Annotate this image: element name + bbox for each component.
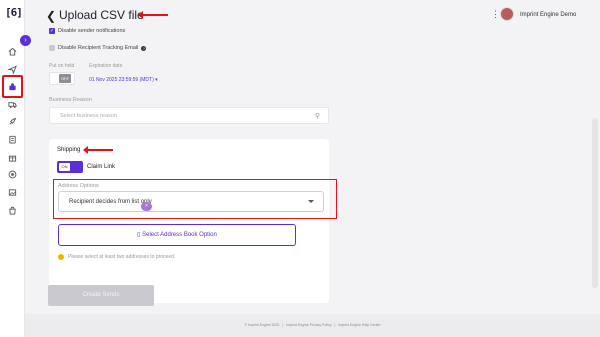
shipping-card: Shipping ON Claim Link Address Options R… bbox=[49, 139, 337, 303]
image-icon[interactable] bbox=[7, 187, 18, 198]
user-name[interactable]: Imprint Engine Demo bbox=[520, 12, 576, 18]
main-content: ✓ Disable sender notifications Disable R… bbox=[25, 28, 590, 314]
annotation-arrow-title bbox=[138, 11, 168, 19]
address-option-selected: Recipient decides from list only bbox=[69, 199, 152, 205]
footer-copyright: © Imprint Engine 2025 bbox=[244, 323, 280, 327]
expiration-label: Expiration date bbox=[89, 63, 123, 69]
chevron-down-icon bbox=[308, 200, 314, 203]
send-icon[interactable] bbox=[7, 64, 18, 75]
page-title: Upload CSV file bbox=[59, 8, 144, 22]
address-book-icon: ▯ bbox=[137, 232, 141, 238]
checkbox-checked[interactable]: ✓ bbox=[49, 28, 55, 34]
select-address-book-button[interactable]: ▯ Select Address Book Option bbox=[58, 224, 296, 246]
footer: © Imprint Engine 2025 | Imprint Engine P… bbox=[25, 314, 600, 337]
sender-notifications-label: Disable sender notifications bbox=[58, 28, 126, 34]
put-on-hold-label: Put on hold bbox=[49, 63, 75, 69]
address-options-label: Address Options bbox=[58, 183, 99, 189]
checkbox-unchecked[interactable] bbox=[49, 45, 55, 51]
claim-link-toggle-state: ON bbox=[59, 163, 70, 171]
footer-separator: | bbox=[334, 323, 336, 327]
gift-stack-icon[interactable] bbox=[7, 81, 18, 92]
more-options-icon[interactable]: ⋮ bbox=[491, 9, 500, 20]
tracking-email-row[interactable]: Disable Recipient Tracking Email ? bbox=[49, 45, 147, 51]
sidebar: [6] bbox=[0, 0, 25, 337]
app-logo[interactable]: [6] bbox=[5, 6, 23, 19]
address-warning-text: Please select at least two addresses to … bbox=[68, 254, 176, 260]
home-icon[interactable] bbox=[7, 46, 18, 57]
hold-toggle[interactable]: OFF bbox=[59, 74, 71, 83]
footer-separator: | bbox=[282, 323, 284, 327]
sidebar-expand-button[interactable]: › bbox=[20, 35, 31, 46]
business-reason-select[interactable]: Select business reason ⚲ bbox=[49, 107, 329, 124]
address-book-button-label: Select Address Book Option bbox=[142, 232, 217, 238]
truck-icon[interactable] bbox=[7, 99, 18, 110]
mouse-cursor-icon: × bbox=[141, 202, 152, 211]
rocket-icon[interactable] bbox=[7, 116, 18, 127]
claim-link-label: Claim Link bbox=[87, 164, 116, 170]
back-chevron-icon[interactable]: ❮ bbox=[46, 9, 56, 23]
bag-icon[interactable] bbox=[7, 205, 18, 216]
help-icon[interactable]: ? bbox=[141, 45, 147, 51]
tracking-email-label: Disable Recipient Tracking Email bbox=[58, 45, 139, 51]
address-options-highlight: Address Options Recipient decides from l… bbox=[53, 179, 337, 219]
scrollbar[interactable] bbox=[592, 118, 598, 288]
avatar[interactable] bbox=[500, 7, 514, 21]
shipping-title: Shipping bbox=[57, 147, 81, 153]
gift-icon[interactable] bbox=[7, 152, 18, 163]
target-icon[interactable] bbox=[7, 169, 18, 180]
create-sends-button[interactable]: Create Sends bbox=[48, 285, 154, 306]
business-reason-label: Business Reason bbox=[49, 97, 92, 103]
sender-notifications-row[interactable]: ✓ Disable sender notifications bbox=[49, 28, 125, 34]
clipboard-icon[interactable] bbox=[7, 134, 18, 145]
annotation-arrow-shipping bbox=[83, 146, 113, 154]
expiration-date-picker[interactable]: 01 Nov 2025 23:59:59 (MDT) ▾ bbox=[89, 77, 158, 83]
page-header: ❮ Upload CSV file ⋮ Imprint Engine Demo bbox=[25, 0, 600, 31]
claim-link-toggle[interactable]: ON bbox=[57, 161, 83, 173]
search-icon: ⚲ bbox=[314, 113, 320, 120]
warning-icon bbox=[58, 254, 64, 260]
address-warning: Please select at least two addresses to … bbox=[58, 254, 175, 260]
address-options-select[interactable]: Recipient decides from list only bbox=[58, 191, 324, 212]
footer-help-link[interactable]: Imprint Engine Help Center bbox=[338, 323, 380, 327]
expiration-date-value: 01 Nov 2025 23:59:59 (MDT) bbox=[89, 77, 154, 83]
business-reason-placeholder: Select business reason bbox=[60, 113, 117, 119]
footer-privacy-link[interactable]: Imprint Engine Privacy Policy bbox=[286, 323, 331, 327]
